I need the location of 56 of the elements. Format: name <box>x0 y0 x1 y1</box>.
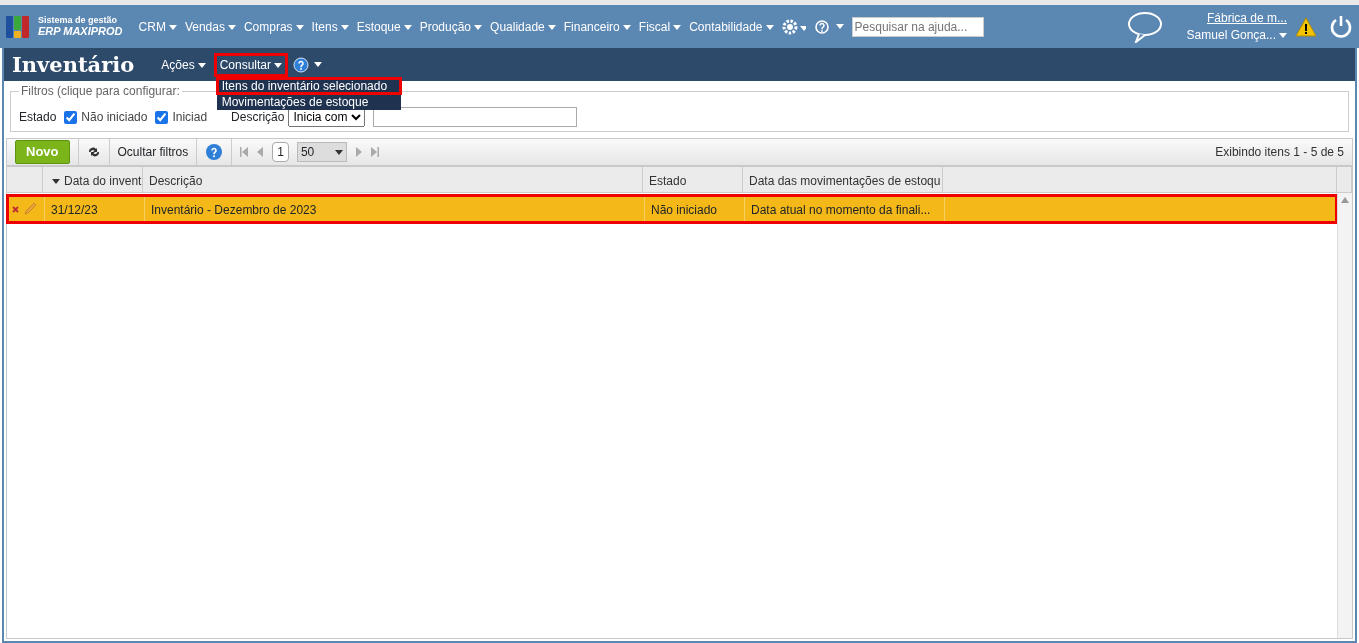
table-row[interactable]: 31/12/23 Inventário - Dezembro de 2023 Não iniciado Data atual no momento da finali... <box>9 197 1335 221</box>
nav-menu[interactable]: Financeiro <box>563 17 631 36</box>
page-title: Inventário <box>12 50 135 79</box>
item-count: Exibindo itens 1 - 5 de 5 <box>1215 144 1344 161</box>
filters-legend[interactable]: Filtros (clique para configurar: <box>19 85 182 97</box>
nav-menu[interactable]: Qualidade <box>490 17 556 36</box>
filter-label: Estado <box>19 109 57 126</box>
filter-label: Descrição <box>231 109 285 126</box>
power-icon[interactable] <box>1329 14 1353 39</box>
description-field[interactable] <box>373 107 578 127</box>
nav-menu[interactable]: Fiscal <box>638 17 682 36</box>
page-field[interactable]: 1 <box>272 142 289 162</box>
brand-subtitle: Sistema de gestão <box>38 15 119 26</box>
last-page-icon[interactable] <box>370 147 379 157</box>
menu-item[interactable]: Movimentações de estoque <box>216 93 401 110</box>
refresh-icon[interactable] <box>86 146 101 158</box>
logo-icon <box>6 14 30 39</box>
table-cell: Não iniciado <box>645 197 745 221</box>
table-cell: Inventário - Dezembro de 2023 <box>145 197 645 221</box>
page-menu[interactable]: Ações <box>158 55 209 74</box>
help-search-field[interactable]: Pesquisar na ajuda... <box>851 16 984 37</box>
checkbox[interactable] <box>155 110 169 124</box>
nav-menu[interactable]: Vendas <box>184 17 236 36</box>
settings-icon[interactable] <box>781 17 806 36</box>
speech-bubble-icon[interactable] <box>1126 10 1163 43</box>
hide-filters-button[interactable]: Ocultar filtros <box>117 143 189 161</box>
help-icon[interactable] <box>293 56 325 73</box>
delete-icon[interactable] <box>12 205 19 213</box>
scroll-up-icon[interactable] <box>1341 197 1349 203</box>
column-header[interactable]: Data do invent <box>43 167 143 192</box>
warning-icon[interactable] <box>1295 16 1317 37</box>
company-link[interactable]: Fábrica de m... <box>1206 10 1287 27</box>
menu-item[interactable]: Itens do inventário selecionado <box>216 77 401 94</box>
nav-menu[interactable]: CRM <box>138 17 177 36</box>
nav-menu[interactable]: Contabilidade <box>689 17 774 36</box>
first-page-icon[interactable] <box>240 147 249 157</box>
column-header[interactable]: Estado <box>643 167 743 192</box>
checkbox-label: Não iniciado <box>81 109 148 126</box>
checkbox[interactable] <box>64 110 78 124</box>
column-header[interactable]: Data das movimentações de estoqu <box>743 167 943 192</box>
previous-page-icon[interactable] <box>256 147 265 157</box>
table-cell: 31/12/23 <box>45 197 145 221</box>
page-size-dropdown[interactable]: 50 <box>296 142 347 162</box>
scrollbar[interactable] <box>1337 193 1352 638</box>
nav-menu[interactable]: Produção <box>419 17 483 36</box>
nav-menu[interactable]: Itens <box>311 17 349 36</box>
page-menu[interactable]: Consultar <box>216 55 285 74</box>
help-icon[interactable] <box>205 143 224 161</box>
nav-menu[interactable]: Estoque <box>356 17 412 36</box>
table-cell: Data atual no momento da finali... <box>745 197 945 221</box>
nav-menu[interactable]: Compras <box>243 17 304 36</box>
column-header[interactable]: Descrição <box>143 167 643 192</box>
user-menu[interactable]: Samuel Gonça... <box>1186 26 1287 43</box>
brand-name: ERP MAXIPROD <box>38 25 123 38</box>
next-page-icon[interactable] <box>354 147 363 157</box>
checkbox-label: Iniciad <box>172 109 208 126</box>
